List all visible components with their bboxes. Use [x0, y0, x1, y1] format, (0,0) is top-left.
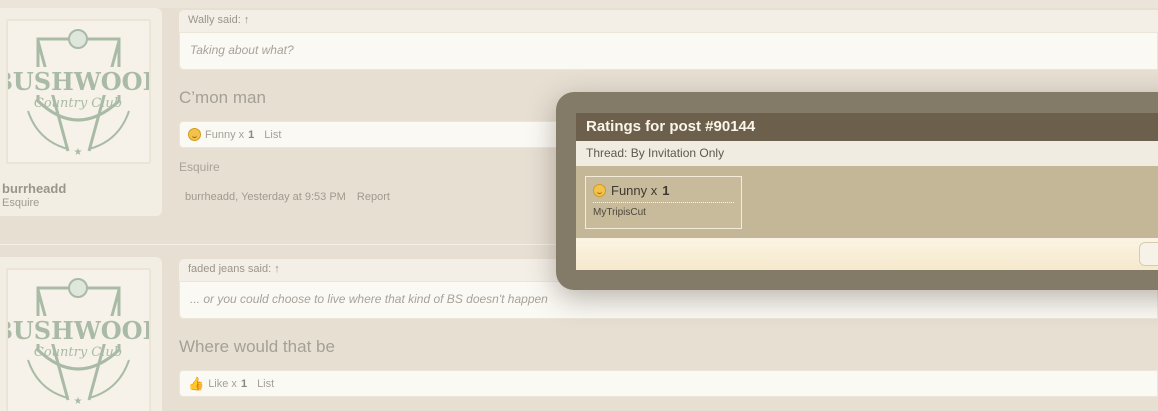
rating-count: 1 [248, 128, 255, 141]
rating-label: Funny x [205, 128, 245, 141]
rating-card-count: 1 [662, 183, 670, 198]
rating-card-separator [593, 202, 734, 203]
post-meta: burrheadd, Yesterday at 9:53 PM Report [185, 191, 390, 203]
thread-prefix: Thread: [586, 146, 628, 160]
bushwood-logo-image: BUSHWOOD Country Club ★ [8, 270, 149, 411]
overlay-thread-line: Thread: By Invitation Only [576, 141, 1158, 166]
post-message: C’mon man [179, 88, 266, 107]
post-author-time[interactable]: burrheadd, Yesterday at 9:53 PM [185, 191, 346, 203]
logo-subtitle: Country Club [34, 96, 122, 111]
ratings-list-link[interactable]: List [264, 129, 281, 141]
svg-text:★: ★ [74, 147, 83, 158]
report-link[interactable]: Report [357, 191, 390, 203]
thread-link[interactable]: By Invitation Only [631, 146, 724, 160]
quote-attribution[interactable]: Wally said: ↑ [179, 10, 1158, 32]
rating-bar: 👍 Like x 1 List [179, 370, 1158, 397]
ratings-list-link[interactable]: List [257, 378, 274, 390]
close-button[interactable] [1139, 242, 1158, 266]
username[interactable]: burrheadd [2, 181, 66, 196]
logo-wordmark: BUSHWOOD [8, 67, 149, 96]
signature: Esquire [179, 160, 220, 174]
rating-card: Funny x 1 MyTripisCut [585, 176, 742, 229]
logo-subtitle: Country Club [34, 345, 122, 360]
overlay-footer [576, 238, 1158, 270]
rating-card-label: Funny x [611, 183, 658, 198]
bushwood-logo-image: BUSHWOOD Country Club ★ [8, 21, 149, 162]
rating-label: Like x [208, 377, 237, 390]
avatar[interactable]: BUSHWOOD Country Club ★ [6, 268, 151, 411]
svg-text:★: ★ [74, 396, 83, 407]
overlay-title: Ratings for post #90144 [576, 113, 1158, 141]
funny-emoticon-icon [188, 128, 201, 141]
avatar[interactable]: BUSHWOOD Country Club ★ [6, 19, 151, 164]
post-message: Where would that be [179, 337, 335, 356]
funny-emoticon-icon [593, 184, 606, 197]
quote-text: Taking about what? [179, 32, 1158, 70]
rater-username[interactable]: MyTripisCut [593, 207, 734, 218]
rating-count: 1 [240, 377, 248, 390]
user-title: Esquire [2, 197, 40, 209]
logo-wordmark: BUSHWOOD [8, 316, 149, 345]
like-thumb-icon: 👍 [188, 375, 205, 391]
top-strip [0, 0, 1158, 8]
